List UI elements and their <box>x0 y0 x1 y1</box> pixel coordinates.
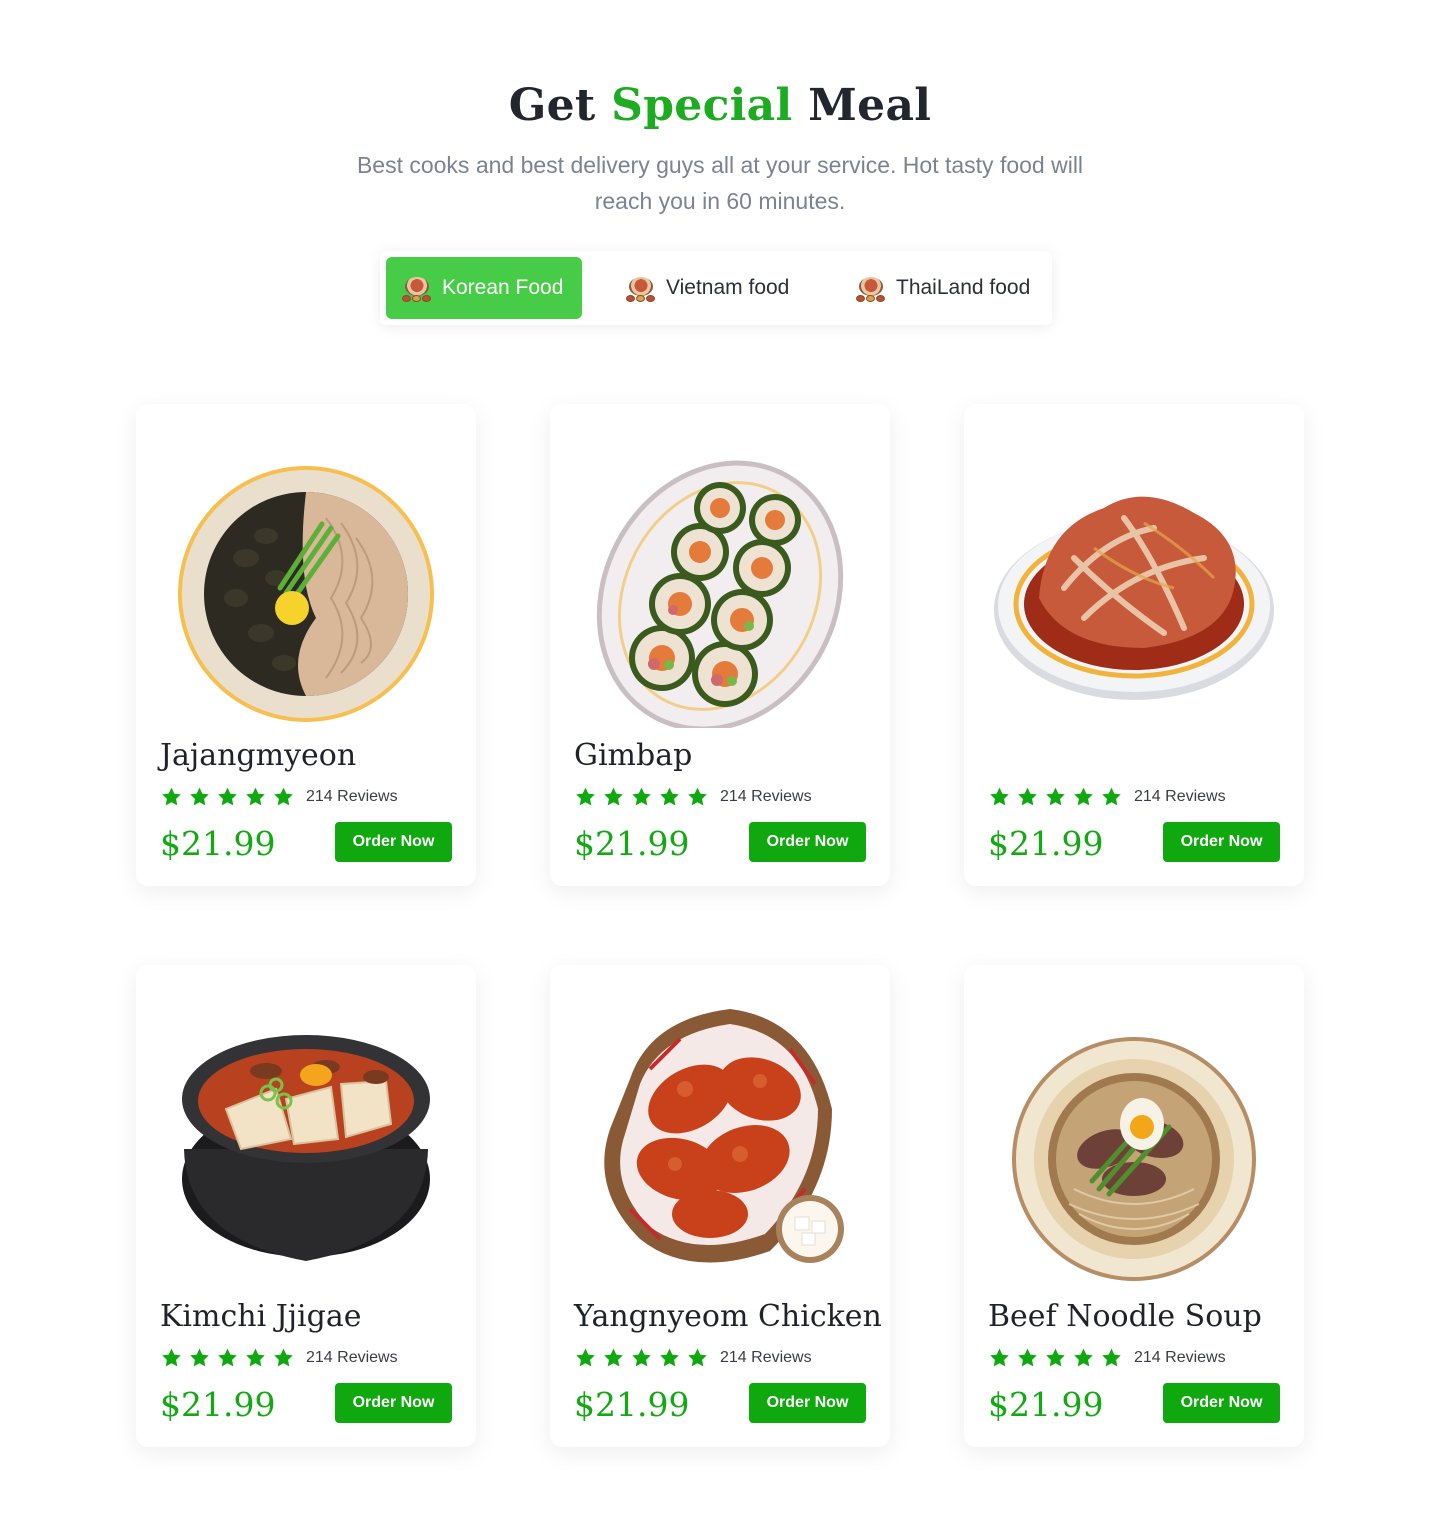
star-icon <box>274 1348 293 1367</box>
star-rating: 214 Reviews <box>988 786 1226 808</box>
order-now-button[interactable]: Order Now <box>335 822 452 862</box>
star-icon <box>1074 787 1093 806</box>
star-icon <box>688 1348 707 1367</box>
yangnyeom-chicken-image <box>570 989 870 1289</box>
title-part-2: Meal <box>808 80 932 131</box>
meal-card: Jajangmyeon 214 Reviews $21.99 Order Now <box>136 404 476 886</box>
food-bowl-icon <box>856 273 886 303</box>
review-count: 214 Reviews <box>1134 1349 1226 1366</box>
star-icon <box>576 1348 595 1367</box>
star-icon <box>218 1348 237 1367</box>
meal-price: $21.99 <box>160 824 276 863</box>
review-count: 214 Reviews <box>720 788 812 805</box>
star-rating: 214 Reviews <box>988 1347 1226 1369</box>
star-rating: 214 Reviews <box>574 786 812 808</box>
star-icon <box>604 787 623 806</box>
star-icon <box>632 787 651 806</box>
star-icon <box>990 1348 1009 1367</box>
order-now-button[interactable]: Order Now <box>1163 1383 1280 1423</box>
tab-label: ThaiLand food <box>896 276 1031 299</box>
review-count: 214 Reviews <box>306 1349 398 1366</box>
meal-name: Gimbap <box>574 738 693 773</box>
order-now-button[interactable]: Order Now <box>335 1383 452 1423</box>
meal-card: Yangnyeom Chicken 214 Reviews $21.99 Ord… <box>550 965 890 1447</box>
star-icon <box>246 787 265 806</box>
star-icon <box>1102 1348 1121 1367</box>
star-icon <box>1046 1348 1065 1367</box>
meal-card: Beef Noodle Soup 214 Reviews $21.99 Orde… <box>964 965 1304 1447</box>
star-icon <box>190 787 209 806</box>
star-icon <box>1074 1348 1093 1367</box>
star-rating: 214 Reviews <box>160 1347 398 1369</box>
star-icon <box>162 787 181 806</box>
star-icon <box>576 787 595 806</box>
food-bowl-icon <box>402 273 432 303</box>
meal-price: $21.99 <box>988 824 1104 863</box>
star-icon <box>190 1348 209 1367</box>
meal-name: Beef Noodle Soup <box>988 1299 1262 1334</box>
tab-label: Vietnam food <box>666 276 790 299</box>
section-title: Get Special Meal <box>0 80 1440 131</box>
jajangmyeon-image <box>156 428 456 728</box>
star-icon <box>246 1348 265 1367</box>
star-icon <box>632 1348 651 1367</box>
meal-price: $21.99 <box>160 1385 276 1424</box>
star-icon <box>162 1348 181 1367</box>
star-icon <box>1018 787 1037 806</box>
kimchi-jjigae-image <box>156 989 456 1289</box>
star-icon <box>604 1348 623 1367</box>
food-bowl-icon <box>626 273 656 303</box>
star-icon <box>990 787 1009 806</box>
order-now-button[interactable]: Order Now <box>749 1383 866 1423</box>
star-icon <box>1102 787 1121 806</box>
meal-price: $21.99 <box>988 1385 1104 1424</box>
star-icon <box>1018 1348 1037 1367</box>
meal-name: Jajangmyeon <box>160 738 357 773</box>
title-part-1: Get <box>508 80 596 131</box>
star-icon <box>218 787 237 806</box>
order-now-button[interactable]: Order Now <box>749 822 866 862</box>
review-count: 214 Reviews <box>720 1349 812 1366</box>
tab-thailand-food[interactable]: ThaiLand food <box>850 257 1046 319</box>
star-icon <box>1046 787 1065 806</box>
cuisine-tabs: Korean Food Vietnam food ThaiLand food <box>380 251 1052 325</box>
meal-price: $21.99 <box>574 1385 690 1424</box>
title-accent: Special <box>611 80 793 131</box>
star-icon <box>660 1348 679 1367</box>
meal-name: Yangnyeom Chicken <box>574 1299 882 1334</box>
meal-card: Kimchi Jjigae 214 Reviews $21.99 Order N… <box>136 965 476 1447</box>
review-count: 214 Reviews <box>306 788 398 805</box>
gimbap-image <box>570 428 870 732</box>
meal-price: $21.99 <box>574 824 690 863</box>
meal-name: Kimchi Jjigae <box>160 1299 362 1334</box>
tab-label: Korean Food <box>442 276 564 299</box>
star-icon <box>274 787 293 806</box>
order-now-button[interactable]: Order Now <box>1163 822 1280 862</box>
meal-card: 214 Reviews $21.99 Order Now <box>964 404 1304 886</box>
star-rating: 214 Reviews <box>574 1347 812 1369</box>
review-count: 214 Reviews <box>1134 788 1226 805</box>
kimchi-image <box>984 428 1284 728</box>
meal-card: Gimbap 214 Reviews $21.99 Order Now <box>550 404 890 886</box>
star-rating: 214 Reviews <box>160 786 398 808</box>
star-icon <box>660 787 679 806</box>
tab-vietnam-food[interactable]: Vietnam food <box>620 257 820 319</box>
beef-noodle-soup-image <box>984 989 1284 1289</box>
section-subtitle: Best cooks and best delivery guys all at… <box>356 152 1084 214</box>
tab-korean-food[interactable]: Korean Food <box>386 257 582 319</box>
star-icon <box>688 787 707 806</box>
